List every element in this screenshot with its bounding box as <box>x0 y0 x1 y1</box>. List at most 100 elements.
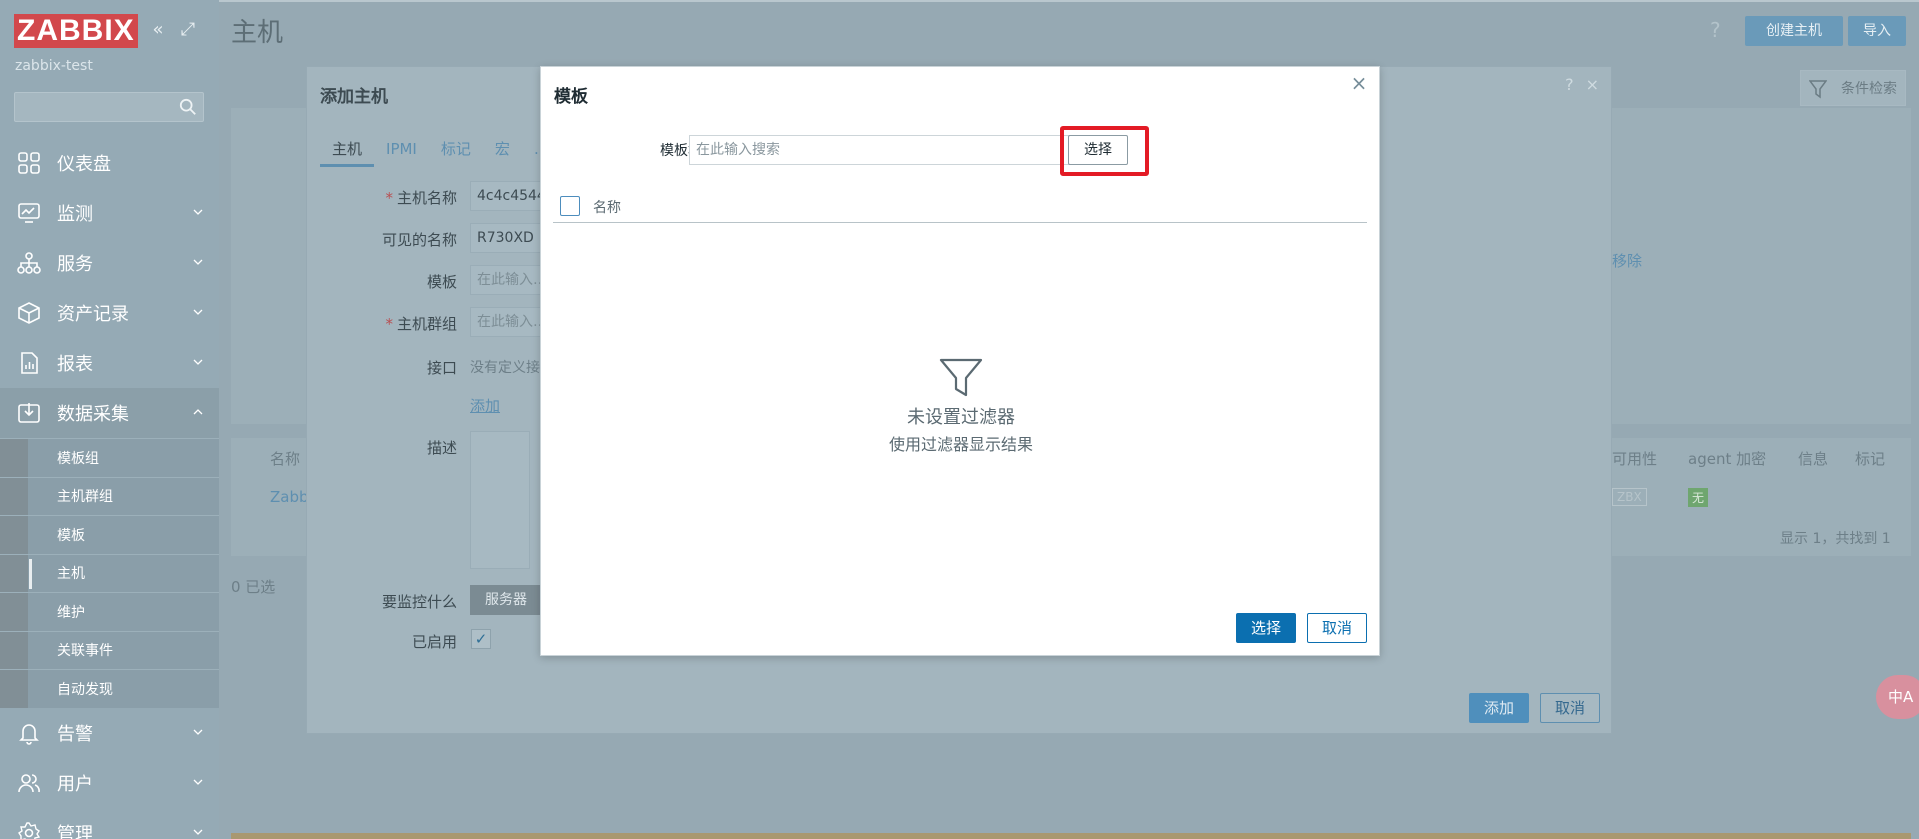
monitor-server-option[interactable]: 服务器 <box>470 585 542 615</box>
users-icon <box>18 773 40 792</box>
sidebar-search-input[interactable] <box>14 92 204 122</box>
bg-col-name: 名称 <box>270 450 301 468</box>
menu-label: 仪表盘 <box>57 154 111 175</box>
bg-col-info: 信息 <box>1798 450 1829 468</box>
submenu-item-host-groups[interactable]: 主机群组 <box>0 476 219 516</box>
menu-item-reports[interactable]: 报表 <box>0 338 219 388</box>
empty-state-subtitle: 使用过滤器显示结果 <box>888 435 1033 454</box>
menu-label: 告警 <box>57 723 93 745</box>
menu-item-inventory[interactable]: 资产记录 <box>0 288 219 338</box>
enabled-checkbox[interactable]: ✓ <box>471 629 491 649</box>
description-textarea[interactable] <box>470 431 530 569</box>
chevron-up-icon <box>193 409 203 415</box>
enabled-label: 已启用 <box>411 633 457 651</box>
monitor-label: 要监控什么 <box>381 593 457 611</box>
submenu-item-template-groups[interactable]: 模板组 <box>0 438 219 477</box>
submenu-item-discovery[interactable]: 自动发现 <box>0 669 219 708</box>
menu-item-alerts[interactable]: 告警 <box>0 708 219 758</box>
sidebar: ZABBIX « ⤢ zabbix-test 仪表盘 监测 服务 资产记录 报表… <box>0 0 219 839</box>
encryption-none-badge: 无 <box>1688 488 1709 507</box>
dashboard-icon <box>18 152 40 174</box>
bg-showing-count: 显示 1，共找到 1 <box>1780 531 1891 547</box>
services-icon <box>17 252 41 274</box>
submenu-label: 主机群组 <box>57 489 113 506</box>
download-icon <box>18 403 40 423</box>
kiosk-mode-icon[interactable]: ⤢ <box>178 20 198 40</box>
box-icon <box>18 302 40 324</box>
cancel-button[interactable]: 取消 <box>1540 693 1600 723</box>
host-group-label: * 主机群组 <box>385 315 457 333</box>
help-icon[interactable]: ? <box>1710 18 1721 42</box>
zbx-badge: ZBX <box>1612 488 1647 506</box>
host-group-field[interactable]: 在此输入… <box>470 307 550 337</box>
host-name-field[interactable]: 4c4c4544 <box>470 181 550 211</box>
close-icon[interactable]: × <box>1586 75 1599 94</box>
monitor-icon <box>18 203 40 223</box>
select-all-checkbox[interactable] <box>560 196 580 216</box>
bell-icon <box>19 723 39 745</box>
submenu-item-templates[interactable]: 模板 <box>0 515 219 554</box>
template-group-search-input[interactable] <box>689 135 1071 165</box>
menu-label: 管理 <box>57 823 93 839</box>
bg-col-tags: 标记 <box>1855 450 1886 468</box>
interface-label: 接口 <box>426 359 457 377</box>
select-button[interactable]: 选择 <box>1236 613 1296 643</box>
submenu-item-hosts[interactable]: 主机 <box>0 553 219 593</box>
description-label: 描述 <box>426 439 457 457</box>
filter-tab[interactable]: 条件检索 <box>1800 70 1906 106</box>
menu-label: 数据采集 <box>57 404 129 425</box>
menu-item-services[interactable]: 服务 <box>0 238 219 288</box>
chevron-down-icon <box>193 779 203 785</box>
filter-icon <box>1809 80 1827 99</box>
submenu-label: 主机 <box>57 566 85 583</box>
gear-icon <box>18 821 41 839</box>
submenu-item-event-correlation[interactable]: 关联事件 <box>0 630 219 670</box>
search-icon[interactable] <box>179 98 197 116</box>
menu-label: 资产记录 <box>57 304 129 325</box>
add-host-dialog-controls: ? × <box>1565 75 1599 94</box>
menu-item-monitoring[interactable]: 监测 <box>0 188 219 238</box>
template-field[interactable]: 在此输入… <box>470 265 550 295</box>
cancel-button[interactable]: 取消 <box>1307 613 1367 643</box>
column-name[interactable]: 名称 <box>593 197 621 217</box>
chevron-down-icon <box>193 309 203 315</box>
tab-macros[interactable]: 宏 <box>483 137 522 167</box>
collapse-sidebar-icon[interactable]: « <box>148 20 168 40</box>
add-button[interactable]: 添加 <box>1469 693 1529 723</box>
empty-state: 未设置过滤器 使用过滤器显示结果 <box>541 357 1381 455</box>
main-menu: 仪表盘 监测 服务 资产记录 报表 数据采集 模板组 主机群组 模板 主机 维护… <box>0 138 219 839</box>
zabbix-logo[interactable]: ZABBIX <box>14 14 138 48</box>
bg-col-agent-encryption: agent 加密 <box>1688 450 1767 468</box>
tab-host[interactable]: 主机 <box>320 137 375 167</box>
template-group-select-button[interactable]: 选择 <box>1068 135 1128 165</box>
menu-label: 监测 <box>57 204 93 225</box>
remove-link-bg: 移除 <box>1612 252 1643 270</box>
translate-button[interactable]: 中A <box>1876 675 1919 719</box>
help-icon[interactable]: ? <box>1565 75 1574 94</box>
menu-item-users[interactable]: 用户 <box>0 758 219 808</box>
bg-selected-count: 0 已选 <box>231 578 276 596</box>
submenu-label: 模板组 <box>57 450 99 467</box>
menu-label: 服务 <box>57 254 93 275</box>
tab-ipmi[interactable]: IPMI <box>374 137 429 167</box>
chevron-down-icon <box>193 209 203 215</box>
close-icon[interactable]: × <box>1349 73 1369 93</box>
import-button[interactable]: 导入 <box>1848 16 1906 46</box>
submenu-label: 关联事件 <box>57 643 113 660</box>
tab-tags[interactable]: 标记 <box>429 137 483 167</box>
visible-name-field[interactable]: R730XD <box>470 223 550 253</box>
submenu-label: 维护 <box>57 604 85 621</box>
chevron-down-icon <box>193 829 203 835</box>
menu-item-dashboard[interactable]: 仪表盘 <box>0 138 219 188</box>
filter-label: 条件检索 <box>1841 81 1897 97</box>
bg-col-availability: 可用性 <box>1612 450 1658 468</box>
menu-item-administration[interactable]: 管理 <box>0 808 219 839</box>
submenu-item-maintenance[interactable]: 维护 <box>0 592 219 631</box>
bg-row-name: Zabb <box>270 488 309 506</box>
add-interface-link[interactable]: 添加 <box>470 395 500 416</box>
top-line <box>219 0 1919 2</box>
create-host-button[interactable]: 创建主机 <box>1745 16 1843 46</box>
menu-item-data-collection[interactable]: 数据采集 <box>0 388 219 438</box>
visible-name-label: 可见的名称 <box>381 231 457 249</box>
template-table-header: 名称 <box>553 187 1367 223</box>
